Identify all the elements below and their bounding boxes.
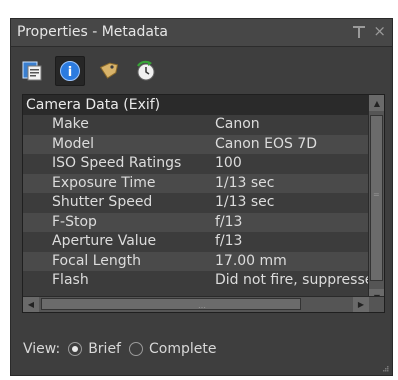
vertical-scroll-grip: = <box>373 190 380 199</box>
metadata-row[interactable]: F-Stop f/13 <box>23 212 369 232</box>
general-properties-icon <box>22 61 42 81</box>
scroll-right-icon[interactable]: ▶ <box>353 297 369 312</box>
metadata-key: ISO Speed Ratings <box>52 155 182 171</box>
keyword-tags-icon <box>99 62 119 79</box>
brief-label[interactable]: Brief <box>88 341 121 357</box>
info-metadata-icon: i <box>60 61 80 81</box>
metadata-key: Exposure Time <box>52 174 156 191</box>
complete-radio[interactable] <box>128 342 143 356</box>
metadata-value: 1/13 sec <box>215 174 275 191</box>
info-metadata-button[interactable]: i <box>55 56 85 86</box>
metadata-key: Model <box>52 135 95 152</box>
metadata-row[interactable]: Aperture Value f/13 <box>23 232 369 252</box>
metadata-row[interactable]: Model Canon EOS 7D <box>23 134 369 154</box>
pin-icon[interactable] <box>352 24 366 40</box>
metadata-value: 1/13 sec <box>215 194 275 210</box>
metadata-key: Make <box>52 116 89 132</box>
complete-label[interactable]: Complete <box>149 341 216 357</box>
history-button[interactable] <box>131 56 161 86</box>
scroll-up-icon[interactable]: ▲ <box>369 95 384 111</box>
metadata-key: Aperture Value <box>52 233 157 249</box>
svg-text:i: i <box>68 65 72 80</box>
general-properties-button[interactable] <box>17 56 47 86</box>
metadata-value: Did not fire, suppressed <box>215 272 369 288</box>
metadata-row[interactable]: Exposure Time 1/13 sec <box>23 173 369 193</box>
metadata-list: Camera Data (Exif) Make Canon Model Canon … <box>22 94 385 313</box>
metadata-value: Canon <box>215 116 260 132</box>
metadata-value: Canon EOS 7D <box>215 135 318 152</box>
metadata-key: F-Stop <box>52 213 97 230</box>
horizontal-scrollbar[interactable]: ◀ … ▶ <box>23 296 384 312</box>
metadata-row[interactable]: Focal Length 17.00 mm <box>23 251 369 271</box>
brief-radio[interactable] <box>68 342 83 356</box>
metadata-value: f/13 <box>215 233 243 249</box>
vertical-scrollbar[interactable]: ▲ = ▼ <box>368 95 384 305</box>
horizontal-scroll-thumb[interactable]: … <box>41 298 301 310</box>
metadata-value: f/13 <box>215 213 243 230</box>
section-header-exif[interactable]: Camera Data (Exif) <box>23 95 369 115</box>
metadata-rows: Make Canon Model Canon EOS 7D ISO Speed Ra… <box>23 115 369 291</box>
metadata-row[interactable]: Make Canon <box>23 115 369 135</box>
history-icon <box>137 60 155 81</box>
resize-grip-icon[interactable] <box>381 364 389 372</box>
scroll-left-icon[interactable]: ◀ <box>23 297 39 312</box>
metadata-row[interactable]: ISO Speed Ratings 100 <box>23 154 369 174</box>
horizontal-scroll-grip: … <box>198 301 206 310</box>
metadata-key: Shutter Speed <box>52 194 153 210</box>
metadata-value: 17.00 mm <box>215 252 287 269</box>
metadata-row[interactable]: Flash Did not fire, suppressed <box>23 271 369 291</box>
metadata-key: Flash <box>52 272 89 288</box>
keyword-tags-button[interactable] <box>93 56 123 86</box>
vertical-scroll-thumb[interactable]: = <box>370 115 383 281</box>
panel-titlebar[interactable]: Properties - Metadata × <box>11 19 392 47</box>
metadata-panel: Properties - Metadata × i Camera Data (E… <box>10 18 393 376</box>
view-label: View: <box>23 341 61 357</box>
metadata-row[interactable]: Shutter Speed 1/13 sec <box>23 193 369 213</box>
panel-title: Properties - Metadata <box>17 24 168 40</box>
view-mode-bar: View: Brief Complete <box>23 338 216 360</box>
metadata-key: Focal Length <box>52 252 142 269</box>
metadata-value: 100 <box>215 155 242 171</box>
close-icon[interactable]: × <box>373 22 386 40</box>
